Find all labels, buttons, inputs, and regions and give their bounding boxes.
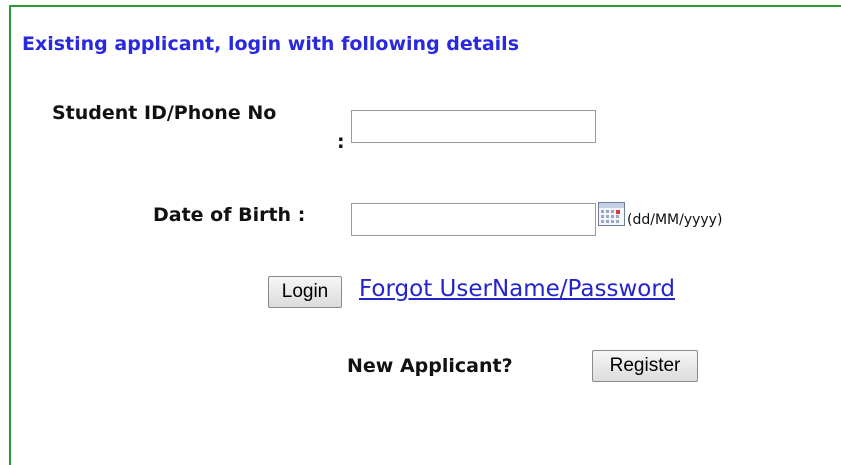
login-button[interactable]: Login bbox=[268, 276, 342, 308]
student-id-input[interactable] bbox=[351, 110, 596, 143]
calendar-icon[interactable] bbox=[598, 202, 625, 226]
dob-format-hint: (dd/MM/yyyy) bbox=[627, 212, 723, 228]
new-applicant-label: New Applicant? bbox=[347, 355, 513, 377]
forgot-username-password-link[interactable]: Forgot UserName/Password bbox=[359, 276, 675, 302]
panel-heading: Existing applicant, login with following… bbox=[22, 33, 520, 55]
student-id-colon: : bbox=[337, 131, 345, 153]
student-id-label: Student ID/Phone No bbox=[52, 102, 277, 124]
dob-input[interactable] bbox=[351, 203, 596, 236]
dob-label: Date of Birth : bbox=[153, 204, 306, 226]
register-button[interactable]: Register bbox=[592, 350, 698, 382]
